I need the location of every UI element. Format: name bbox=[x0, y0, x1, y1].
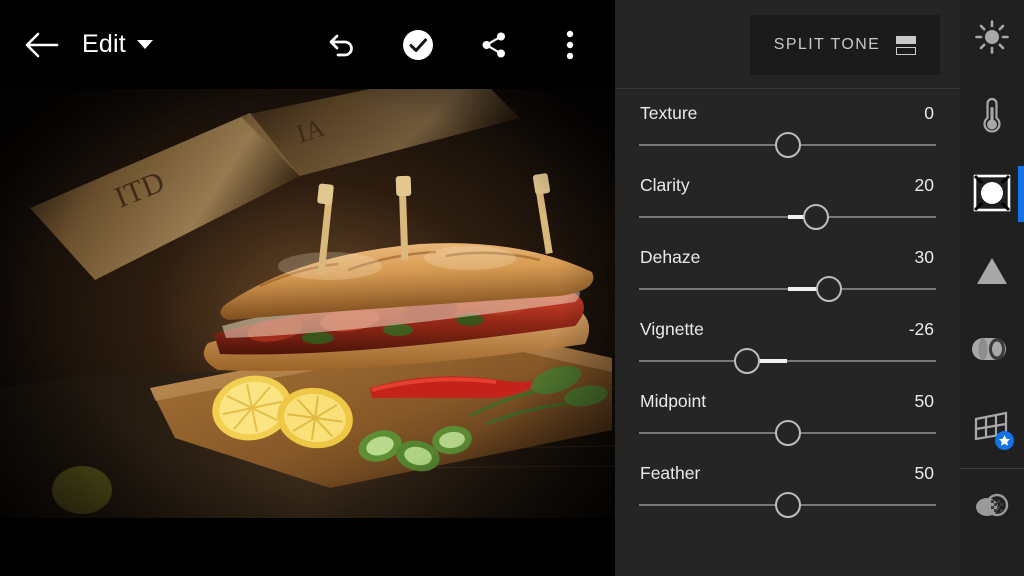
healing-brush-icon bbox=[973, 491, 1011, 526]
photo-image: ITD IA bbox=[0, 58, 615, 518]
panel-header: SPLIT TONE bbox=[615, 0, 960, 89]
effects-square-icon bbox=[973, 174, 1011, 217]
slider-label: Dehaze bbox=[640, 247, 701, 267]
tool-rail bbox=[960, 0, 1024, 576]
undo-icon[interactable] bbox=[319, 22, 365, 68]
rail-item-color-tool[interactable] bbox=[960, 78, 1024, 156]
slider-value: 20 bbox=[914, 175, 934, 195]
split-tone-button[interactable]: SPLIT TONE bbox=[750, 15, 940, 75]
slider-list: Texture 0 Clarity 20 Dehaze 30 Vignette -26 Midp… bbox=[615, 89, 960, 524]
slider-label: Vignette bbox=[640, 319, 704, 339]
rail-item-healing-tool[interactable] bbox=[960, 469, 1024, 547]
rail-item-detail-tool[interactable] bbox=[960, 234, 1024, 312]
slider-row: Texture 0 bbox=[639, 103, 936, 164]
triangle-icon bbox=[975, 255, 1009, 292]
slider-knob[interactable] bbox=[774, 492, 801, 518]
rail-item-light-tool[interactable] bbox=[960, 0, 1024, 78]
rail-item-optics-tool[interactable] bbox=[960, 312, 1024, 390]
split-tone-icon bbox=[896, 35, 917, 55]
slider-value: 0 bbox=[924, 103, 934, 123]
share-icon[interactable] bbox=[471, 22, 517, 68]
lens-icon bbox=[972, 333, 1012, 370]
stage-bottom-bar bbox=[0, 518, 615, 576]
premium-star-badge-icon bbox=[995, 431, 1014, 450]
slider-label: Texture bbox=[640, 103, 698, 123]
slider-value: 50 bbox=[914, 391, 934, 411]
slider-control[interactable] bbox=[639, 486, 936, 524]
photo-preview[interactable]: ITD IA bbox=[0, 58, 615, 518]
photo-stage: ITD IA bbox=[0, 0, 615, 576]
thermometer-icon bbox=[978, 96, 1006, 139]
rail-item-effects-tool[interactable] bbox=[960, 156, 1024, 234]
slider-header: Vignette -26 bbox=[639, 319, 936, 340]
slider-row: Dehaze 30 bbox=[639, 247, 936, 308]
adjustments-panel: SPLIT TONE Texture 0 Clarity 20 Dehaze 30 Vign… bbox=[615, 0, 960, 576]
slider-value: 30 bbox=[914, 247, 934, 267]
slider-header: Clarity 20 bbox=[639, 175, 936, 196]
photo-editor-app: ITD IA bbox=[0, 0, 1024, 576]
slider-label: Clarity bbox=[640, 175, 690, 195]
slider-knob[interactable] bbox=[774, 132, 801, 158]
slider-row: Clarity 20 bbox=[639, 175, 936, 236]
slider-row: Feather 50 bbox=[639, 463, 936, 524]
slider-control[interactable] bbox=[639, 198, 936, 236]
slider-label: Feather bbox=[640, 463, 701, 483]
check-circle-icon[interactable] bbox=[395, 22, 441, 68]
slider-value: -26 bbox=[908, 319, 934, 339]
slider-header: Feather 50 bbox=[639, 463, 936, 484]
top-toolbar: Edit bbox=[0, 0, 615, 89]
slider-header: Dehaze 30 bbox=[639, 247, 936, 268]
chevron-down-icon[interactable] bbox=[136, 40, 153, 49]
slider-knob[interactable] bbox=[774, 420, 801, 446]
rail-item-geometry-tool[interactable] bbox=[960, 390, 1024, 468]
slider-row: Midpoint 50 bbox=[639, 391, 936, 452]
back-arrow-icon[interactable] bbox=[22, 25, 62, 65]
slider-control[interactable] bbox=[639, 342, 936, 380]
slider-header: Midpoint 50 bbox=[639, 391, 936, 412]
slider-track[interactable] bbox=[639, 360, 936, 362]
slider-knob[interactable] bbox=[816, 276, 843, 302]
slider-label: Midpoint bbox=[640, 391, 707, 411]
slider-value: 50 bbox=[914, 463, 934, 483]
slider-control[interactable] bbox=[639, 126, 936, 164]
slider-control[interactable] bbox=[639, 414, 936, 452]
overflow-menu-icon[interactable] bbox=[547, 22, 593, 68]
slider-control[interactable] bbox=[639, 270, 936, 308]
split-tone-label: SPLIT TONE bbox=[773, 36, 881, 53]
slider-knob[interactable] bbox=[802, 204, 829, 230]
slider-header: Texture 0 bbox=[639, 103, 936, 124]
sun-icon bbox=[975, 19, 1009, 59]
page-title: Edit bbox=[82, 30, 126, 58]
slider-row: Vignette -26 bbox=[639, 319, 936, 380]
slider-knob[interactable] bbox=[734, 348, 761, 374]
